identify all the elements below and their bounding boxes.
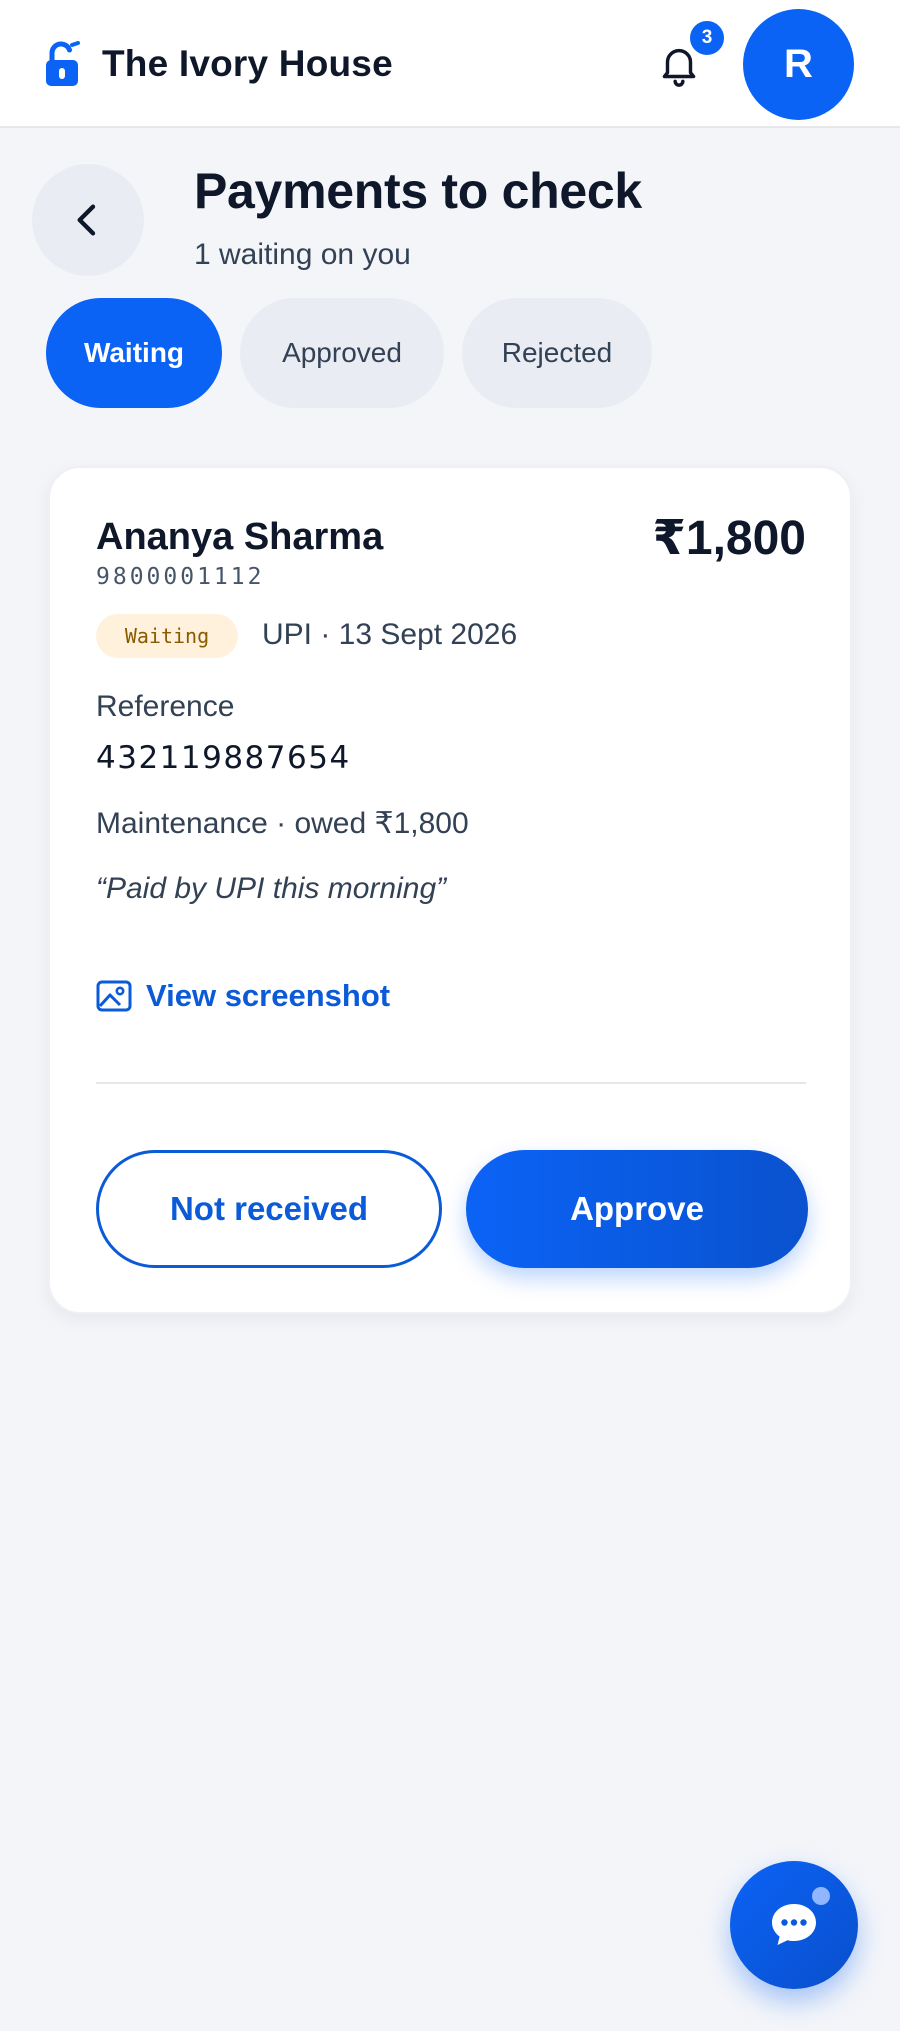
not-received-button[interactable]: Not received: [96, 1150, 442, 1268]
page-subtitle: 1 waiting on you: [194, 238, 411, 271]
back-button[interactable]: [32, 164, 144, 276]
view-screenshot-label: View screenshot: [146, 978, 391, 1013]
chat-bubble-icon: [772, 1904, 816, 1945]
due-line: Maintenance · owed ₹1,800: [96, 807, 469, 840]
chevron-left-icon: [77, 204, 96, 236]
tab-rejected[interactable]: Rejected: [462, 298, 652, 408]
approve-button[interactable]: Approve: [466, 1150, 808, 1268]
payment-method-date: UPI · 13 Sept 2026: [262, 618, 518, 651]
payer-note: “Paid by UPI this morning”: [96, 872, 447, 905]
card-divider: [96, 1082, 806, 1084]
status-badge: Waiting: [96, 614, 238, 658]
tab-waiting[interactable]: Waiting: [46, 298, 222, 408]
payment-card: Ananya Sharma 9800001112 ₹1,800 Waiting …: [48, 466, 852, 1314]
image-icon: [96, 980, 132, 1012]
app-name: The Ivory House: [102, 43, 393, 84]
payer-phone: 9800001112: [96, 564, 265, 590]
payment-amount: ₹1,800: [652, 512, 806, 565]
padlock-open-icon: [46, 41, 80, 86]
tab-approved[interactable]: Approved: [240, 298, 444, 408]
page-title: Payments to check: [194, 163, 642, 219]
reference-label: Reference: [96, 690, 235, 723]
reference-value: 432119887654: [96, 740, 351, 776]
chat-unread-dot: [812, 1887, 830, 1905]
top-bar: The Ivory House 3 R: [0, 0, 900, 128]
chat-button[interactable]: [730, 1861, 858, 1989]
view-screenshot-link[interactable]: View screenshot: [96, 976, 390, 1016]
avatar[interactable]: R: [743, 9, 854, 120]
notification-count-badge: 3: [687, 18, 727, 58]
brand[interactable]: The Ivory House: [44, 40, 393, 88]
payer-name: Ananya Sharma: [96, 516, 384, 558]
